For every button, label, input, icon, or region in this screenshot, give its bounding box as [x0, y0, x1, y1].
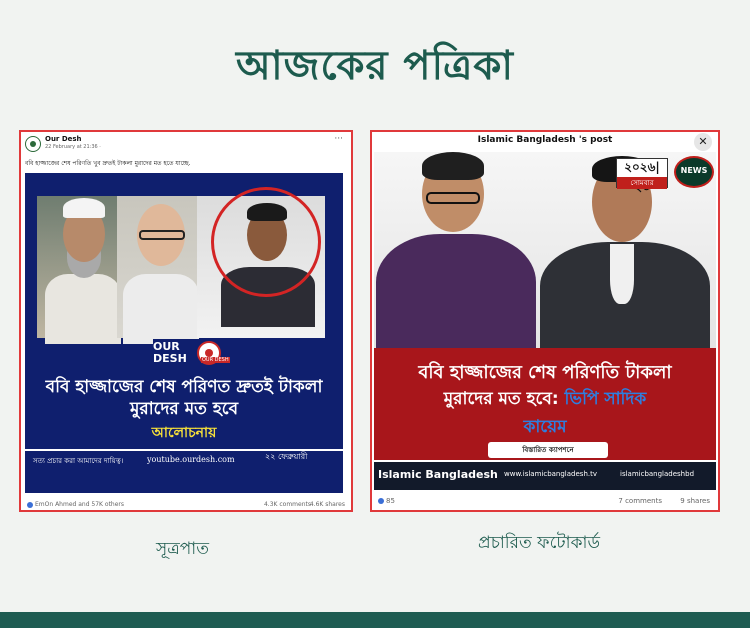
more-options-icon[interactable]: ··· — [334, 134, 343, 144]
source-post-card: Our Desh 22 February at 21:36 · ··· ববি … — [19, 130, 353, 512]
photo-person-2 — [117, 196, 199, 344]
like-icon — [378, 498, 384, 504]
image-headline: ববি হাজ্জাজের শেষ পরিণত দ্রুতই টাকলা মুর… — [45, 377, 323, 419]
photo-person-1 — [37, 196, 121, 344]
headline-line-1: ববি হাজ্জাজের শেষ পরিণতি টাকলা — [418, 362, 672, 383]
highlight-circle — [211, 187, 321, 297]
date-badge: ২০২৬|২৩ সোমবার — [616, 158, 668, 194]
footer-bar — [0, 612, 750, 628]
caption-source: সূত্রপাত — [156, 539, 209, 559]
post-image[interactable]: OUR DESH OUR DESH ববি হাজ্জাজের শেষ পরিণ… — [25, 173, 343, 493]
news-logo-icon: NEWS — [674, 156, 714, 188]
close-icon[interactable]: ✕ — [694, 133, 712, 151]
logo-badge-icon: OUR DESH — [197, 341, 230, 365]
image-footer: সত্য প্রচার করা আমাদের দায়িত্ব। youtube… — [25, 449, 343, 493]
likes-count[interactable]: 85 — [378, 497, 395, 505]
avatar[interactable] — [25, 136, 41, 152]
reactions[interactable]: EmOn Ahmed and 57K others — [27, 501, 124, 508]
brand-youtube: islamicbangladeshbd — [620, 470, 695, 478]
ourdesh-logo: OUR DESH OUR DESH — [153, 339, 230, 371]
photocard-post: Islamic Bangladesh 's post ✕ ২০২৬|২৩ সোম… — [370, 130, 720, 512]
page-title: আজকের পত্রিকা — [236, 43, 514, 89]
brand-strip: Islamic Bangladesh www.islamicbangladesh… — [374, 462, 716, 490]
post-engagement: EmOn Ahmed and 57K others 4.3K comments … — [21, 498, 351, 510]
image-date: ২২ ফেব্রুয়ারী — [265, 452, 308, 461]
post-engagement: 85 7 comments 9 shares — [372, 494, 718, 510]
like-icon — [27, 501, 33, 508]
shares-count[interactable]: 9 shares — [680, 497, 710, 505]
slogan: সত্য প্রচার করা আমাদের দায়িত্ব। — [33, 457, 124, 465]
page-name[interactable]: Our Desh — [45, 135, 82, 143]
caption-photocard: প্রচারিত ফটোকার্ড — [478, 533, 600, 553]
photocard-headline: ববি হাজ্জাজের শেষ পরিণতি টাকলা মুরাদের ম… — [374, 348, 716, 460]
post-timestamp: 22 February at 21:36 · — [45, 144, 101, 150]
comments-count[interactable]: 7 comments — [618, 497, 662, 505]
brand-website: www.islamicbangladesh.tv — [504, 470, 597, 478]
brand-name: Islamic Bangladesh — [378, 468, 498, 481]
details-in-caption-label: বিস্তারিত ক্যাপশনে — [488, 442, 608, 458]
headline-line-3: কায়েম — [523, 417, 567, 437]
headline-line-2: মুরাদের মত হবে: ভিপি সাদিক — [443, 389, 647, 409]
youtube-url: youtube.ourdesh.com — [147, 455, 235, 464]
post-dialog-header: Islamic Bangladesh 's post ✕ — [372, 132, 718, 152]
post-dialog-title: Islamic Bangladesh 's post — [477, 135, 613, 145]
photocard-image[interactable]: ২০২৬|২৩ সোমবার NEWS — [374, 152, 716, 348]
image-subheadline: আলোচনায় — [151, 425, 217, 441]
comments-count[interactable]: 4.3K comments — [264, 501, 311, 508]
shares-count[interactable]: 4.6K shares — [310, 501, 345, 508]
post-header: Our Desh 22 February at 21:36 · ··· — [21, 132, 351, 154]
post-text: ববি হাজ্জাজের শেষ পরিণতি খুব দ্রুতই টাকল… — [25, 160, 191, 167]
